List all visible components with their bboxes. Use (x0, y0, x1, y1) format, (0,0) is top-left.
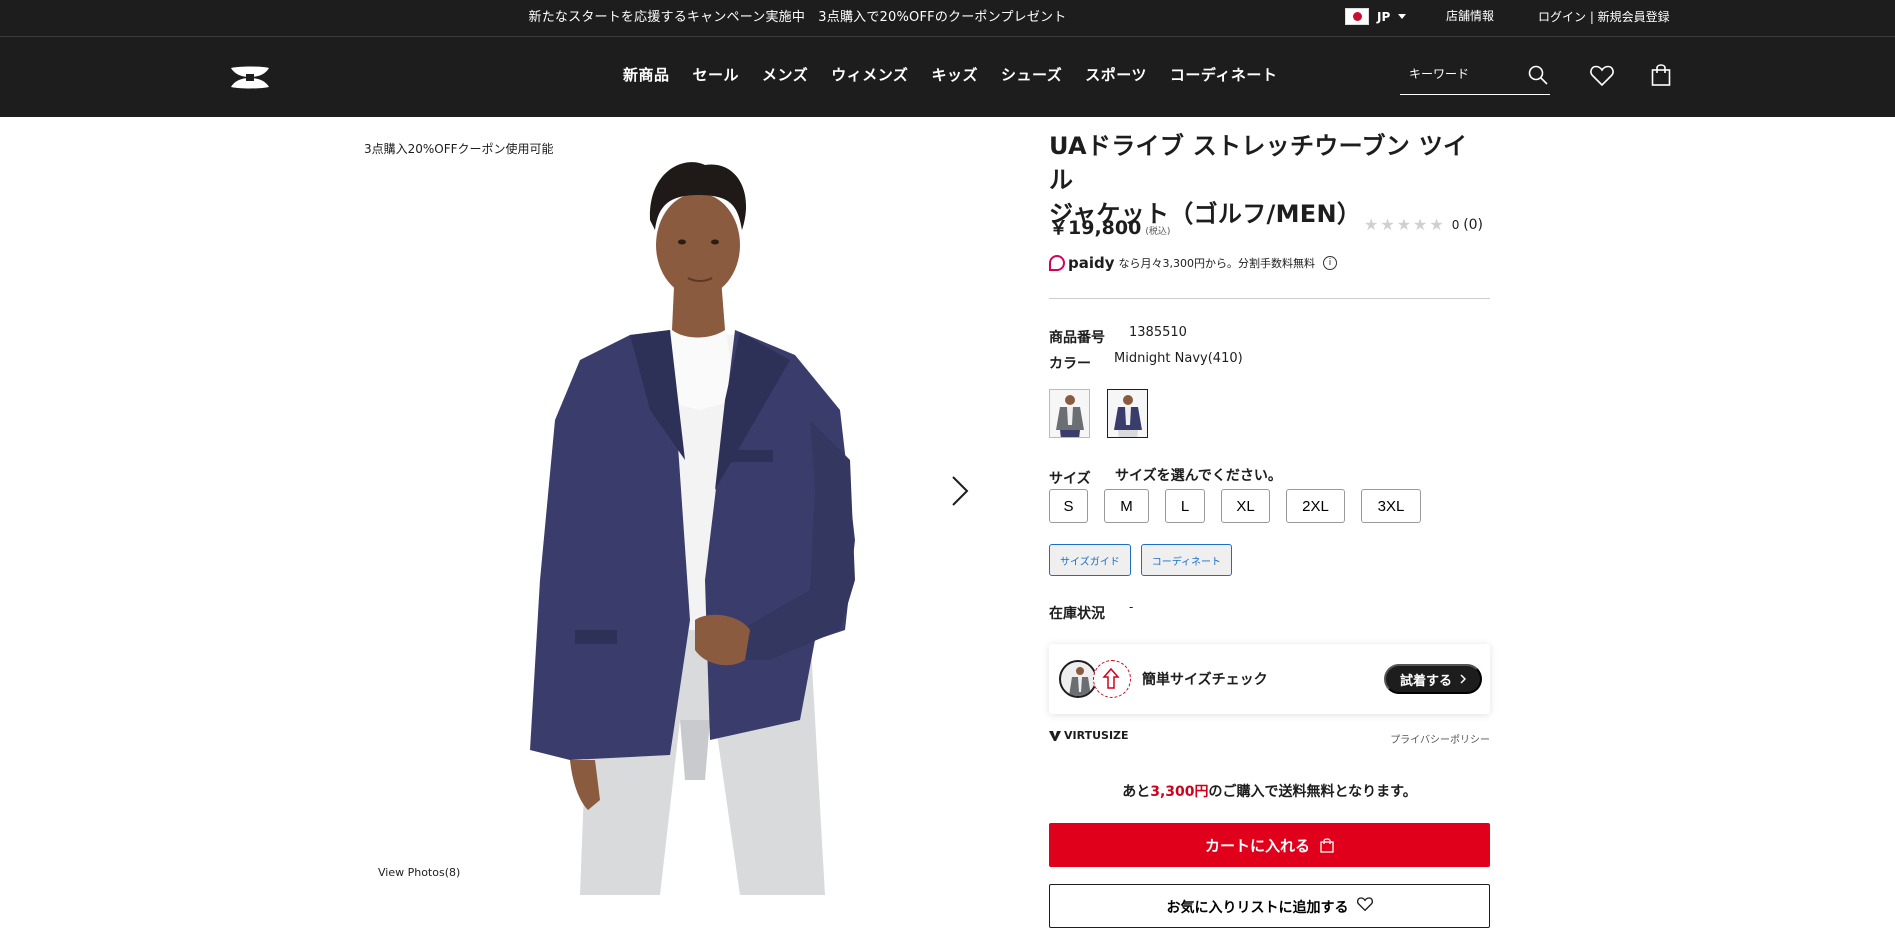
body-silhouette-icon (1093, 660, 1131, 698)
size-s-button[interactable]: S (1049, 489, 1088, 523)
view-photos-link[interactable]: View Photos(8) (378, 866, 460, 879)
virtusize-brand: VIRTUSIZE (1049, 729, 1129, 742)
nav-shoes[interactable]: シューズ (1001, 64, 1062, 85)
nav-kids[interactable]: キッズ (931, 64, 978, 85)
under-armour-logo[interactable] (229, 65, 271, 94)
size-m-button[interactable]: M (1104, 489, 1149, 523)
chevron-right-icon (1460, 674, 1466, 684)
try-on-button[interactable]: 試着する (1384, 664, 1482, 694)
main-nav: 新商品 セール メンズ ウィメンズ キッズ シューズ スポーツ コーディネート (623, 64, 1300, 85)
promo-text[interactable]: 新たなスタートを応援するキャンペーン実施中 3点購入で20%OFFのクーポンプレ… (529, 6, 1067, 25)
japan-flag-icon (1345, 8, 1369, 25)
color-value: Midnight Navy(410) (1114, 351, 1243, 366)
shipping-amount: 3,300円 (1150, 784, 1209, 800)
size-options: S M L XL 2XL 3XL (1049, 489, 1437, 523)
free-shipping-note: あと3,300円のご購入で送料無料となります。 (1122, 784, 1417, 800)
star-icon: ★ (1413, 215, 1428, 234)
color-swatch-navy[interactable] (1107, 389, 1148, 438)
store-info-link[interactable]: 店舗情報 (1446, 7, 1494, 24)
jacket-thumbnail-icon (1059, 660, 1097, 698)
add-to-cart-button[interactable]: カートに入れる (1049, 823, 1490, 867)
size-xl-button[interactable]: XL (1221, 489, 1270, 523)
coordinate-button[interactable]: コーディネート (1140, 544, 1233, 576)
color-label: カラー (1049, 356, 1091, 372)
promo-bar: 新たなスタートを応援するキャンペーン実施中 3点購入で20%OFFのクーポンプレ… (0, 0, 1895, 37)
size-l-button[interactable]: L (1165, 489, 1205, 523)
product-photo[interactable] (510, 160, 910, 895)
product-price: ￥19,800 (税込) (1049, 213, 1170, 240)
nav-womens[interactable]: ウィメンズ (831, 64, 908, 85)
size-guide-buttons: サイズガイド コーディネート (1049, 544, 1233, 576)
star-icon: ★ (1364, 215, 1379, 234)
nav-coordinate[interactable]: コーディネート (1170, 64, 1277, 85)
login-register-link[interactable]: ログイン | 新規会員登録 (1538, 8, 1670, 25)
size-label: サイズ (1049, 471, 1091, 487)
virtusize-title: 簡単サイズチェック (1142, 672, 1268, 688)
paidy-brand: paidy (1068, 254, 1115, 272)
color-swatch-gray[interactable] (1049, 389, 1090, 438)
tax-note: (税込) (1145, 227, 1171, 237)
privacy-policy-link[interactable]: プライバシーポリシー (1390, 731, 1490, 746)
paidy-logo: paidy (1049, 254, 1115, 272)
product-title-line1: UAドライブ ストレッチウーブン ツイル (1049, 132, 1468, 194)
nav-sale[interactable]: セール (693, 64, 740, 85)
size-hint: サイズを選んでください。 (1115, 468, 1282, 484)
star-icon: ★ (1429, 215, 1444, 234)
search-input[interactable] (1409, 67, 1519, 81)
nav-sports[interactable]: スポーツ (1085, 64, 1147, 85)
rating[interactable]: ★ ★ ★ ★ ★ 0 (0) (1364, 215, 1483, 234)
coupon-note: 3点購入20%OFFクーポン使用可能 (364, 142, 554, 156)
divider (1049, 298, 1490, 299)
heart-icon (1356, 897, 1373, 911)
add-to-cart-label: カートに入れる (1204, 837, 1310, 855)
add-to-wishlist-label: お気に入りリストに追加する (1166, 899, 1349, 915)
paidy-info: paidy なら月々3,300円から。分割手数料無料 i (1049, 254, 1338, 272)
price-value: ￥19,800 (1049, 217, 1142, 239)
shopping-bag-icon[interactable] (1651, 64, 1671, 90)
paidy-text: なら月々3,300円から。分割手数料無料 (1118, 257, 1316, 270)
paidy-heart-icon (1049, 255, 1065, 271)
size-3xl-button[interactable]: 3XL (1361, 489, 1421, 523)
caret-down-icon (1398, 14, 1407, 19)
rating-count: 0 (0) (1451, 216, 1484, 233)
size-guide-button[interactable]: サイズガイド (1049, 544, 1131, 576)
star-icon: ★ (1380, 215, 1395, 234)
nav-mens[interactable]: メンズ (762, 64, 808, 85)
nav-new[interactable]: 新商品 (623, 64, 670, 85)
star-icon: ★ (1396, 215, 1412, 234)
virtusize-widget: 簡単サイズチェック 試着する (1049, 644, 1490, 714)
add-to-wishlist-button[interactable]: お気に入りリストに追加する (1049, 884, 1490, 928)
stock-value: - (1129, 600, 1134, 614)
sku-label: 商品番号 (1049, 330, 1105, 346)
info-icon[interactable]: i (1323, 256, 1338, 270)
sku-value: 1385510 (1129, 325, 1187, 340)
next-photo-arrow-icon[interactable] (950, 474, 970, 512)
size-2xl-button[interactable]: 2XL (1286, 489, 1345, 523)
virtusize-logo-icon (1049, 730, 1061, 741)
try-on-label: 試着する (1399, 672, 1452, 688)
search-icon[interactable] (1528, 65, 1548, 89)
locale-selector[interactable]: JP (1345, 8, 1407, 25)
bag-icon (1320, 837, 1334, 853)
main-header: 新商品 セール メンズ ウィメンズ キッズ シューズ スポーツ コーディネート (0, 37, 1895, 117)
favorites-heart-icon[interactable] (1590, 65, 1614, 90)
stock-label: 在庫状況 (1049, 606, 1105, 622)
locale-label: JP (1377, 9, 1391, 24)
